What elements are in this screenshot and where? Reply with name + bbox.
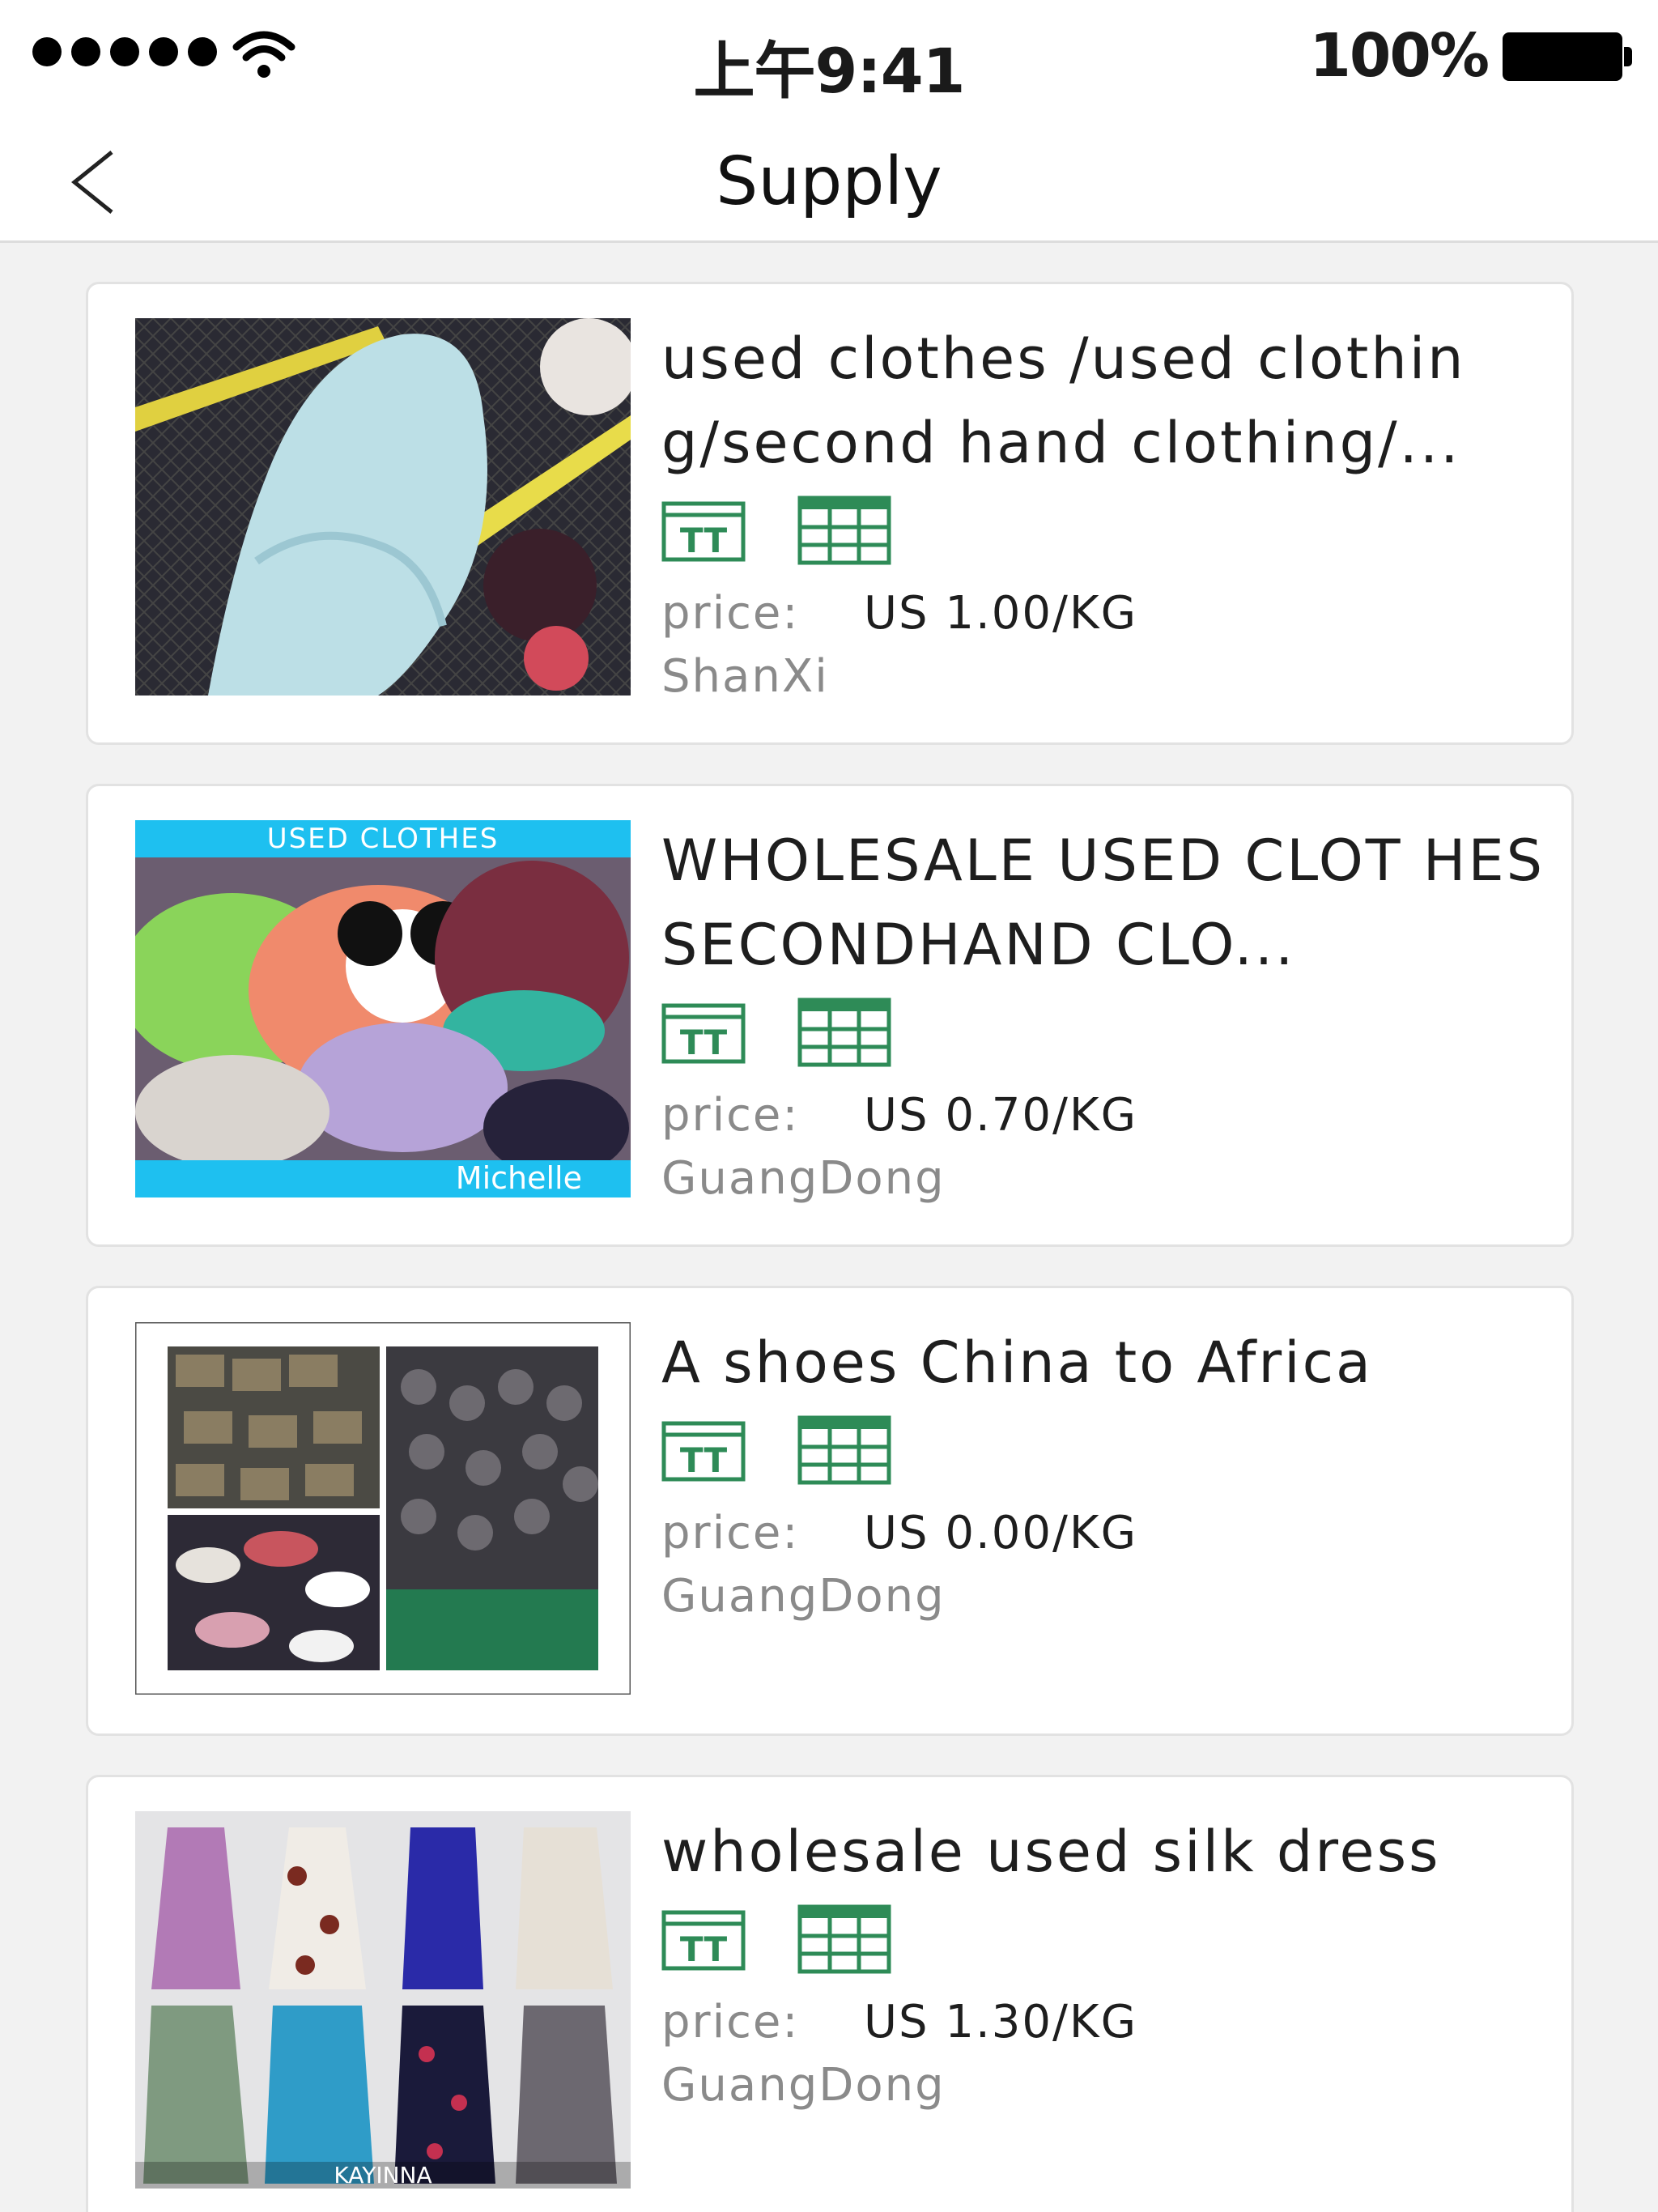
product-image: USED CLOTHES Michelle [135,820,631,1197]
product-image: KAYINNA [135,1811,631,2189]
price-value: US 1.00/KG [864,587,1138,640]
listing-title: WHOLESALE USED CLOT HES SECONDHAND CLO..… [661,827,1545,978]
listing-title: wholesale used silk dress [661,1819,1441,1885]
trade-terms-icon: TT [661,1421,746,1482]
listing-location: GuangDong [661,1570,946,1623]
listing-badges: TT [661,493,1552,568]
spreadsheet-icon [797,998,891,1067]
price-value: US 0.00/KG [864,1507,1138,1559]
svg-text:TT: TT [680,1929,728,1969]
spreadsheet-icon [797,496,891,565]
spreadsheet-icon [797,1904,891,1974]
product-image [135,1322,631,1695]
price-label: price: [661,1507,800,1559]
svg-text:TT: TT [680,1023,728,1062]
price-label: price: [661,587,800,640]
price-label: price: [661,1996,800,2048]
supply-screen: 上午9:41 100% Supply used clothes /used cl… [0,0,1658,2212]
listing-badges: TT [661,1902,1552,1976]
listing-info: WHOLESALE USED CLOT HES SECONDHAND CLO..… [661,819,1552,1210]
listing-badges: TT [661,1413,1552,1487]
price-row: price: US 0.00/KG [661,1502,1552,1565]
supply-card[interactable]: USED CLOTHES Michelle WHOLESALE USED CLO… [86,784,1574,1247]
image-footer: Michelle [135,1160,631,1197]
price-row: price: US 1.00/KG [661,582,1552,645]
listing-info: wholesale used silk dress TT price: US 1… [661,1810,1552,2117]
trade-terms-icon: TT [661,501,746,562]
spreadsheet-icon [797,1415,891,1485]
listing-location: GuangDong [661,2059,946,2112]
price-value: US 0.70/KG [864,1089,1138,1142]
supply-card[interactable]: KAYINNA wholesale used silk dress TT pri… [86,1775,1574,2212]
price-label: price: [661,1089,800,1142]
battery-icon [1503,32,1632,81]
product-image [135,318,631,696]
listing-title: used clothes /used clothin g/second hand… [661,325,1466,476]
battery-percentage: 100% [1309,21,1490,91]
image-watermark: KAYINNA [135,2162,631,2189]
listing-location: GuangDong [661,1152,946,1205]
page-title: Supply [716,143,942,220]
listing-location: ShanXi [661,650,829,703]
svg-text:TT: TT [680,521,728,560]
listing-title: A shoes China to Africa [661,1329,1373,1396]
trade-terms-icon: TT [661,1910,746,1971]
supply-card[interactable]: A shoes China to Africa TT price: US 0.0… [86,1286,1574,1736]
listing-badges: TT [661,995,1552,1070]
svg-text:TT: TT [680,1440,728,1480]
navigation-bar: Supply [0,121,1658,243]
price-row: price: US 1.30/KG [661,1991,1552,2054]
listing-info: used clothes /used clothin g/second hand… [661,317,1552,708]
trade-terms-icon: TT [661,1003,746,1064]
supply-card[interactable]: used clothes /used clothin g/second hand… [86,282,1574,745]
price-value: US 1.30/KG [864,1996,1138,2048]
listing-info: A shoes China to Africa TT price: US 0.0… [661,1321,1552,1628]
status-bar: 上午9:41 100% [0,0,1658,121]
price-row: price: US 0.70/KG [661,1084,1552,1147]
image-watermark-name: Michelle [455,1160,582,1196]
image-banner: USED CLOTHES [135,820,631,857]
